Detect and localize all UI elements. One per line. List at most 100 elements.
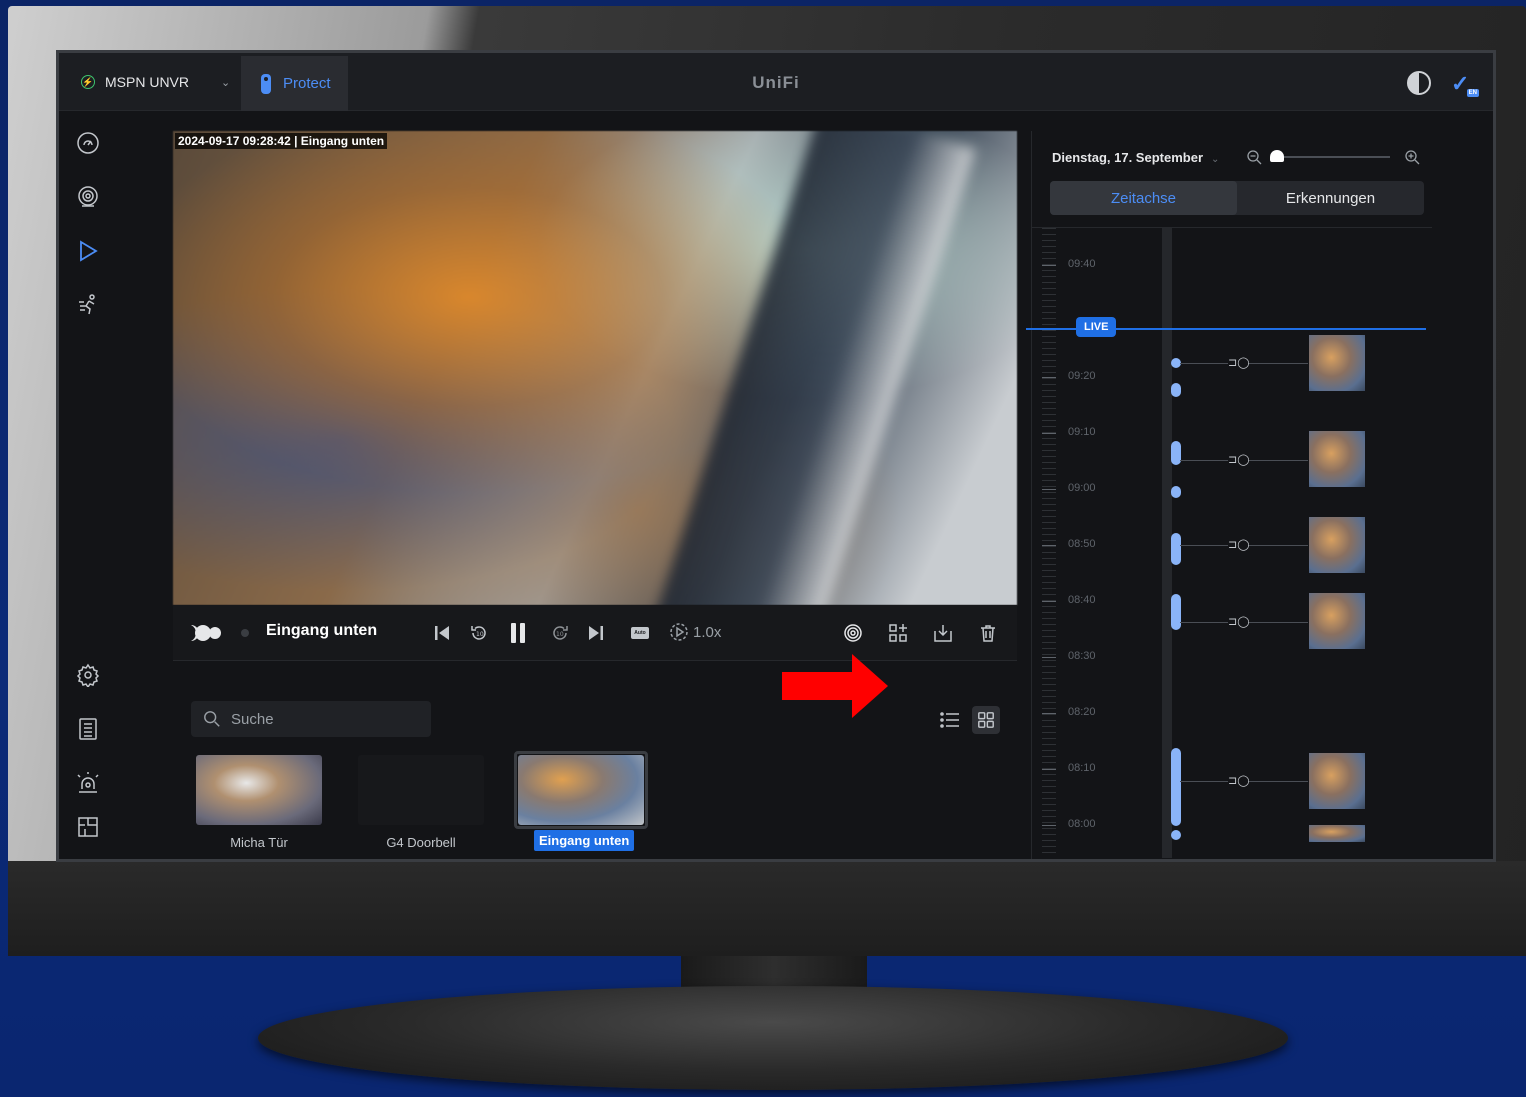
event-thumbnail[interactable] [1309, 517, 1365, 573]
playback-controls: Eingang unten 10 10 Auto 1.0x [173, 605, 1017, 661]
zoom-slider-handle[interactable] [1270, 150, 1284, 162]
event-thumbnail[interactable] [1309, 593, 1365, 649]
app-tab-protect[interactable]: Protect [241, 56, 348, 111]
chevron-down-icon: ⌄ [1211, 154, 1220, 165]
zoom-out-icon[interactable] [1246, 149, 1262, 165]
playback-speed[interactable]: 1.0x [669, 622, 721, 642]
camera-thumbnail[interactable] [196, 755, 322, 825]
download-icon[interactable] [933, 623, 953, 648]
alarm-icon[interactable] [76, 771, 100, 795]
event-marker[interactable] [1171, 594, 1181, 630]
chevron-down-icon: ⌄ [221, 76, 231, 89]
camera-model-icon [189, 623, 223, 648]
tick-label: 08:10 [1068, 762, 1096, 774]
timeline-panel: Dienstag, 17. September ⌄ Zeitachse Erken… [1026, 131, 1461, 859]
skip-start-icon[interactable] [432, 623, 452, 648]
play-icon[interactable] [76, 239, 100, 263]
dashboard-icon[interactable] [76, 131, 100, 155]
camera-title: Eingang unten [266, 622, 378, 639]
language-badge: EN [1466, 89, 1479, 97]
tick-mark [1042, 265, 1056, 266]
list-view-icon[interactable] [939, 709, 961, 731]
tick-mark [1042, 545, 1056, 546]
tick-label: 09:10 [1068, 426, 1096, 438]
logs-icon[interactable] [76, 717, 100, 741]
tick-label: 08:30 [1068, 650, 1096, 662]
protect-camera-icon [261, 73, 271, 94]
tick-label: 08:40 [1068, 594, 1096, 606]
monitor-base [258, 986, 1288, 1090]
tick-mark [1042, 769, 1056, 770]
skip-end-icon[interactable] [586, 623, 606, 648]
time-ruler [1042, 228, 1056, 858]
tick-mark [1042, 433, 1056, 434]
tick-mark [1042, 601, 1056, 602]
delete-icon[interactable] [978, 623, 998, 648]
camera-name[interactable]: Micha Tür [179, 835, 339, 850]
tick-mark [1042, 657, 1056, 658]
event-thumbnail[interactable] [1309, 825, 1365, 842]
event-thumbnail[interactable] [1309, 431, 1365, 487]
vehicle-detection-icon: ⊐◯ [1228, 453, 1250, 467]
tick-label: 09:00 [1068, 482, 1096, 494]
vehicle-detection-icon: ⊐◯ [1228, 615, 1250, 629]
tick-mark [1042, 489, 1056, 490]
add-to-grid-icon[interactable] [888, 623, 908, 648]
event-thumbnail[interactable] [1309, 753, 1365, 809]
console-selector[interactable]: ⚡ MSPN UNVR ⌄ [59, 53, 241, 111]
app-name: Protect [283, 75, 331, 92]
camera-thumbnail-selected[interactable] [518, 755, 644, 825]
status-dot [241, 629, 249, 637]
camera-name[interactable]: G4 Doorbell [341, 835, 501, 850]
motion-icon[interactable] [76, 293, 100, 317]
zoom-in-icon[interactable] [1404, 149, 1420, 165]
date-label: Dienstag, 17. September [1052, 150, 1203, 165]
event-marker[interactable] [1171, 533, 1181, 565]
user-menu-icon[interactable]: ✓ EN [1451, 71, 1479, 97]
vehicle-detection-icon: ⊐◯ [1228, 356, 1250, 370]
event-marker[interactable] [1171, 748, 1181, 826]
search-input[interactable] [231, 710, 411, 728]
app-window: ⚡ MSPN UNVR ⌄ Protect UniFi ✓ EN 2024-09… [56, 50, 1496, 862]
tick-mark [1042, 713, 1056, 714]
camera-thumbnail[interactable] [358, 755, 484, 825]
left-sidebar [59, 111, 117, 859]
event-thumbnail[interactable] [1309, 335, 1365, 391]
tick-label: 09:20 [1068, 370, 1096, 382]
annotation-arrow [782, 654, 888, 718]
live-badge[interactable]: LIVE [1076, 317, 1117, 337]
rewind-10-icon[interactable]: 10 [469, 623, 489, 648]
settings-icon[interactable] [76, 663, 100, 689]
console-name: MSPN UNVR [105, 74, 190, 90]
tick-label: 08:50 [1068, 538, 1096, 550]
status-online-icon: ⚡ [81, 75, 95, 89]
camera-name-selected[interactable]: Eingang unten [534, 830, 635, 851]
search-icon [204, 711, 220, 727]
auto-quality-badge[interactable]: Auto [631, 627, 649, 639]
tick-label: 08:20 [1068, 706, 1096, 718]
event-marker[interactable] [1171, 486, 1181, 498]
tick-label: 09:40 [1068, 258, 1096, 270]
event-marker[interactable] [1171, 441, 1181, 465]
event-marker[interactable] [1171, 383, 1181, 397]
theme-toggle-icon[interactable] [1407, 71, 1431, 95]
timeline-tabs: Zeitachse Erkennungen [1050, 181, 1424, 215]
speed-label: 1.0x [693, 623, 722, 641]
top-bar: ⚡ MSPN UNVR ⌄ Protect UniFi ✓ EN [59, 53, 1493, 111]
cameras-icon[interactable] [76, 185, 100, 209]
timeline-scroll-area[interactable]: 09:40 09:20 09:10 09:00 08:50 08:40 08:3… [1026, 227, 1432, 858]
tab-zeitachse[interactable]: Zeitachse [1050, 181, 1237, 215]
svg-text:10: 10 [476, 631, 484, 638]
forward-10-icon[interactable]: 10 [550, 623, 570, 648]
tick-mark [1042, 377, 1056, 378]
date-selector[interactable]: Dienstag, 17. September ⌄ [1052, 150, 1219, 165]
pause-icon[interactable] [508, 621, 528, 650]
video-player[interactable] [173, 131, 1017, 605]
zoom-slider-track[interactable] [1280, 156, 1390, 158]
detections-icon[interactable] [843, 623, 863, 648]
tab-erkennungen[interactable]: Erkennungen [1237, 181, 1424, 215]
event-marker[interactable] [1171, 830, 1181, 840]
floorplan-icon[interactable] [76, 815, 100, 839]
camera-search[interactable] [191, 701, 431, 737]
grid-view-icon[interactable] [972, 706, 1000, 734]
